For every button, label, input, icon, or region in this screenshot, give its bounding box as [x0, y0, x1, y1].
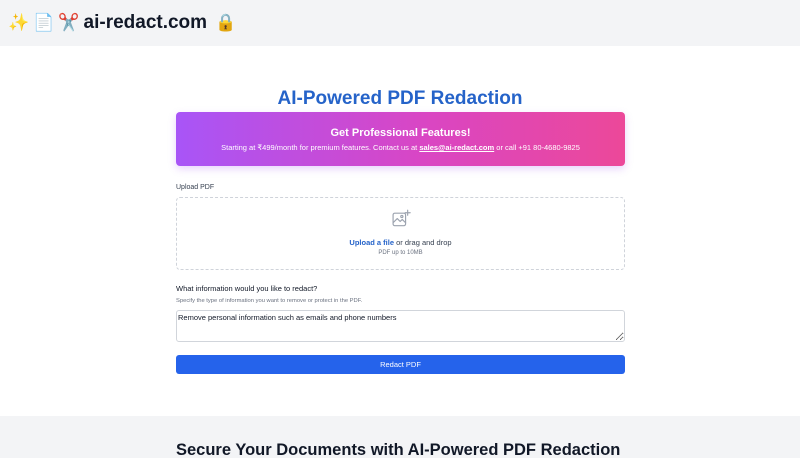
lock-icon: 🔒 — [215, 13, 237, 33]
sales-email-link[interactable]: sales@ai-redact.com — [419, 143, 494, 152]
redact-pdf-button[interactable]: Redact PDF — [176, 355, 625, 374]
promo-text-start: Starting at ₹499/month for premium featu… — [221, 143, 420, 152]
brand-name: ai-redact.com — [83, 12, 208, 33]
top-bar: ✨ 📄 ✂️ ai-redact.com 🔒 — [0, 0, 800, 46]
promo-title: Get Professional Features! — [330, 127, 471, 139]
section-title: Secure Your Documents with AI-Powered PD… — [176, 441, 621, 458]
upload-label: Upload PDF — [176, 184, 215, 191]
info-section: Secure Your Documents with AI-Powered PD… — [0, 416, 800, 458]
file-size-hint: PDF up to 10MB — [378, 250, 423, 256]
redact-question-label: What information would you like to redac… — [176, 284, 318, 293]
image-plus-icon — [392, 209, 411, 227]
promo-banner: Get Professional Features! Starting at ₹… — [176, 112, 625, 166]
pdf-dropzone[interactable]: Upload a file or drag and drop PDF up to… — [176, 197, 625, 270]
promo-text-end: or call +91 80-4680-9825 — [494, 143, 580, 152]
scissors-icon: ✂️ — [58, 13, 80, 33]
upload-file-link[interactable]: Upload a file — [349, 238, 394, 247]
drop-line: Upload a file or drag and drop — [177, 238, 624, 247]
main-content: AI-Powered PDF Redaction Get Professiona… — [0, 46, 800, 416]
redact-instructions-input[interactable]: Remove personal information such as emai… — [176, 310, 625, 342]
promo-text: Starting at ₹499/month for premium featu… — [176, 143, 625, 152]
page-title: AI-Powered PDF Redaction — [277, 88, 523, 109]
document-icon: 📄 — [33, 13, 55, 33]
sparkles-icon: ✨ — [8, 13, 30, 33]
redact-question-hint: Specify the type of information you want… — [176, 298, 363, 304]
drag-drop-text: or drag and drop — [394, 238, 452, 247]
brand-logo[interactable]: ✨ 📄 ✂️ ai-redact.com 🔒 — [8, 12, 236, 34]
